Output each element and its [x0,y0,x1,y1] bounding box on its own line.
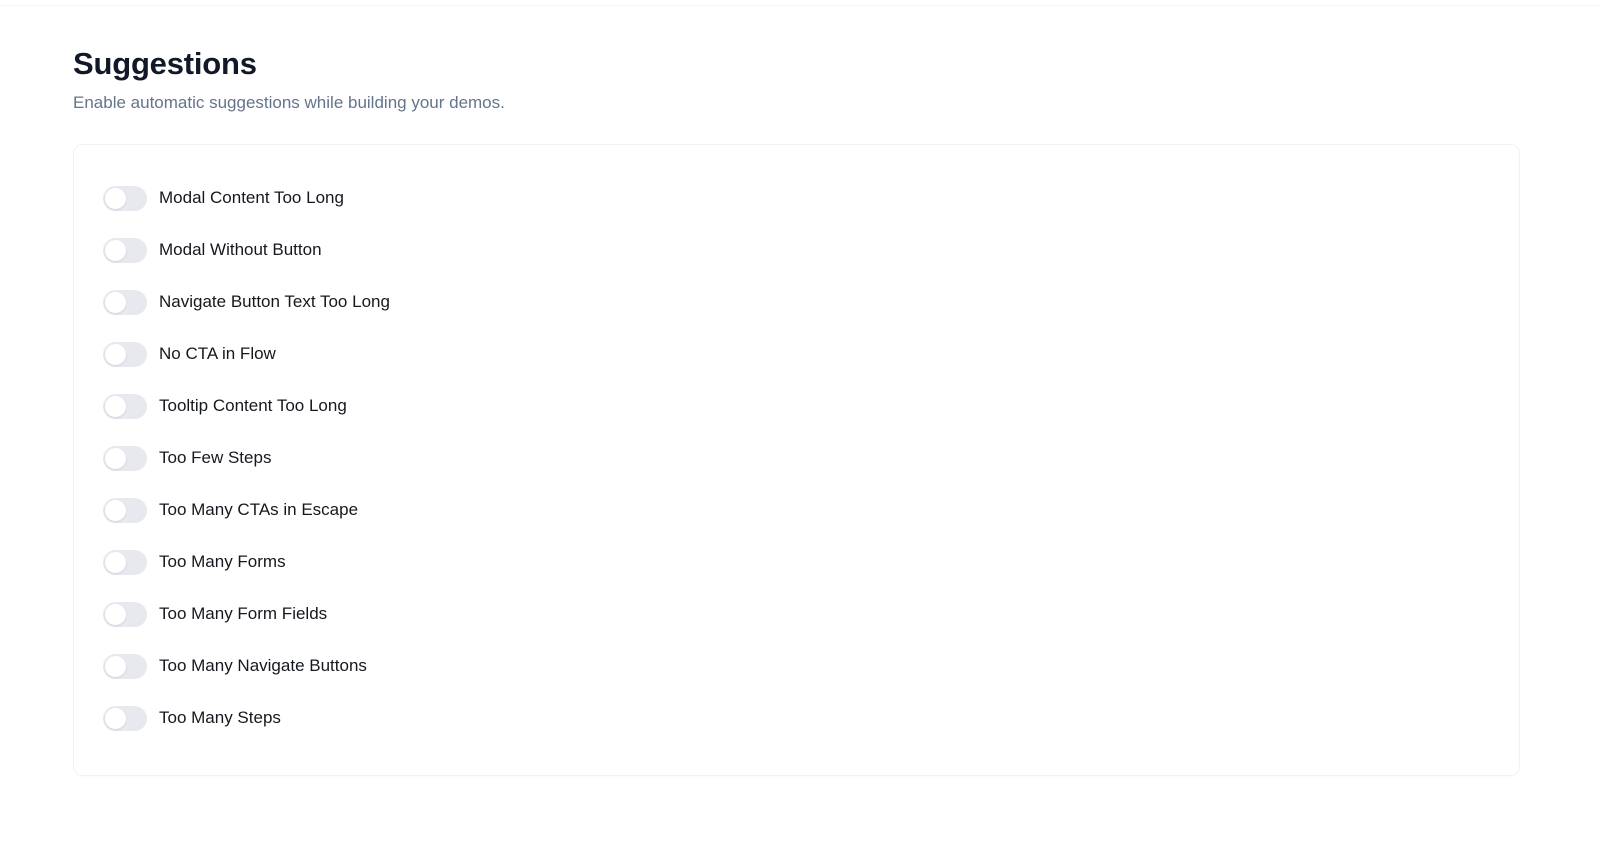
toggle-knob-icon [105,707,126,729]
suggestion-label: Too Many CTAs in Escape [159,500,359,519]
suggestion-row: Too Many Steps [74,692,1519,744]
toggle-knob-icon [105,187,126,209]
page-content: Suggestions Enable automatic suggestions… [0,0,1600,776]
suggestion-label: Too Many Form Fields [159,604,328,623]
suggestion-row: Too Many Navigate Buttons [74,640,1519,692]
suggestion-label: Modal Content Too Long [159,188,344,207]
toggle-knob-icon [105,603,126,625]
suggestion-label: Navigate Button Text Too Long [159,292,390,311]
suggestion-label: Too Many Steps [159,708,281,727]
suggestion-toggle[interactable] [103,653,147,679]
suggestion-toggle[interactable] [103,237,147,263]
toggle-knob-icon [105,499,126,521]
toggle-knob-icon [105,655,126,677]
toggle-knob-icon [105,551,126,573]
suggestion-label: Too Few Steps [159,448,272,467]
suggestion-row: Navigate Button Text Too Long [74,276,1519,328]
suggestion-toggle[interactable] [103,185,147,211]
suggestions-card: Modal Content Too Long Modal Without Butt… [73,144,1520,776]
suggestion-row: Too Few Steps [74,432,1519,484]
toggle-knob-icon [105,239,126,261]
suggestion-toggle[interactable] [103,601,147,627]
suggestions-list: Modal Content Too Long Modal Without Butt… [74,172,1519,744]
suggestions-settings-page: Suggestions Enable automatic suggestions… [0,0,1600,865]
suggestion-row: No CTA in Flow [74,328,1519,380]
suggestion-row: Modal Content Too Long [74,172,1519,224]
suggestion-row: Modal Without Button [74,224,1519,276]
suggestion-row: Too Many CTAs in Escape [74,484,1519,536]
page-title: Suggestions [73,46,257,81]
suggestion-label: Modal Without Button [159,240,322,259]
suggestion-toggle[interactable] [103,289,147,315]
suggestion-toggle[interactable] [103,341,147,367]
page-subtitle: Enable automatic suggestions while build… [73,93,505,112]
suggestion-label: Tooltip Content Too Long [159,396,347,415]
toggle-knob-icon [105,395,126,417]
suggestion-toggle[interactable] [103,497,147,523]
suggestion-label: No CTA in Flow [159,344,276,363]
suggestion-toggle[interactable] [103,549,147,575]
suggestion-label: Too Many Navigate Buttons [159,656,367,675]
suggestion-row: Too Many Form Fields [74,588,1519,640]
suggestion-label: Too Many Forms [159,552,286,571]
toggle-knob-icon [105,343,126,365]
toggle-knob-icon [105,291,126,313]
suggestion-toggle[interactable] [103,445,147,471]
suggestion-toggle[interactable] [103,393,147,419]
toggle-knob-icon [105,447,126,469]
suggestion-row: Tooltip Content Too Long [74,380,1519,432]
suggestion-row: Too Many Forms [74,536,1519,588]
suggestion-toggle[interactable] [103,705,147,731]
